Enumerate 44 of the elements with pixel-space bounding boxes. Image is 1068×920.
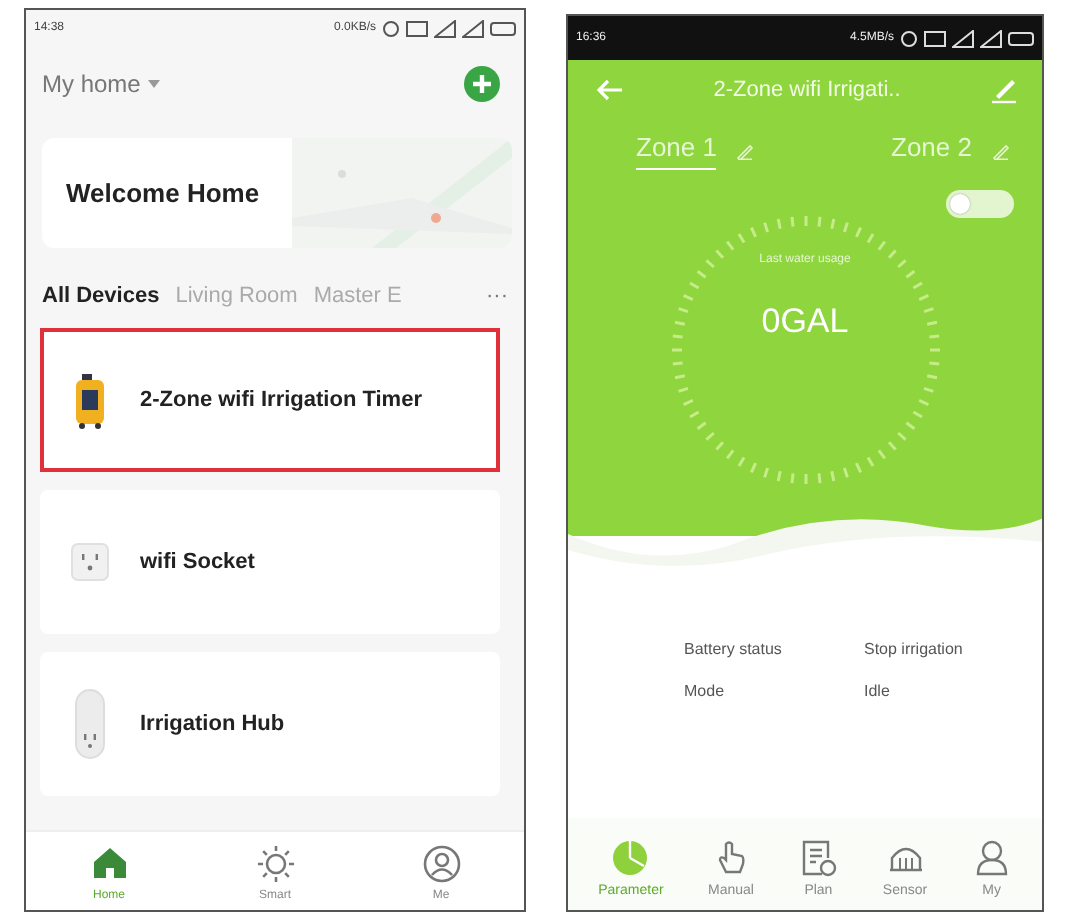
room-tab[interactable]: All Devices [42, 284, 160, 308]
user-icon [421, 844, 461, 884]
signal-icon [980, 29, 1002, 47]
screen-title: 2-Zone wifi Irrigati.. [713, 78, 901, 102]
home-icon [89, 844, 129, 884]
device-name: 2-Zone wifi Irrigation Timer [140, 388, 422, 412]
battery-icon [490, 19, 516, 37]
signal-icon [462, 19, 484, 37]
signal-icon [952, 29, 974, 47]
user-icon [971, 838, 1012, 878]
alarm-icon [900, 29, 918, 47]
toggle-switch[interactable] [946, 190, 1014, 218]
parameter-value: Idle [864, 682, 892, 700]
alarm-icon [382, 19, 400, 37]
parameter-label: Battery status [684, 640, 784, 658]
usage-value: 0GAL [761, 302, 849, 342]
pencil-icon [736, 142, 755, 160]
back-button[interactable] [596, 78, 624, 102]
pie-chart-icon [610, 838, 651, 878]
caret-icon [146, 78, 163, 90]
add-button[interactable] [464, 66, 500, 102]
more-button[interactable]: ··· [486, 284, 508, 308]
signal-icon [434, 19, 456, 37]
room-tab[interactable]: Master E [313, 284, 402, 308]
welcome-title: Welcome Home [64, 178, 260, 208]
socket-icon [70, 542, 110, 582]
battery-icon [1008, 29, 1034, 47]
parameter-label: Mode [684, 682, 727, 700]
pencil-icon [992, 142, 1010, 160]
hub-icon [74, 688, 106, 760]
home-selector[interactable]: My home [42, 70, 163, 98]
timer-device-icon [74, 370, 106, 430]
room-tab[interactable]: Living Room [175, 284, 298, 308]
device-card[interactable]: wifi Socket [40, 490, 500, 634]
document-clock-icon [798, 838, 839, 878]
sun-icon [255, 844, 295, 884]
device-name: wifi Socket [140, 550, 255, 574]
sim-icon [924, 29, 946, 47]
edit-button[interactable] [990, 76, 1018, 104]
device-card[interactable]: Irrigation Hub [40, 652, 500, 796]
parameter-value: Stop irrigation [864, 640, 965, 658]
device-card[interactable]: 2-Zone wifi Irrigation Timer [40, 328, 500, 472]
sim-icon [406, 19, 428, 37]
device-name: Irrigation Hub [140, 712, 285, 736]
